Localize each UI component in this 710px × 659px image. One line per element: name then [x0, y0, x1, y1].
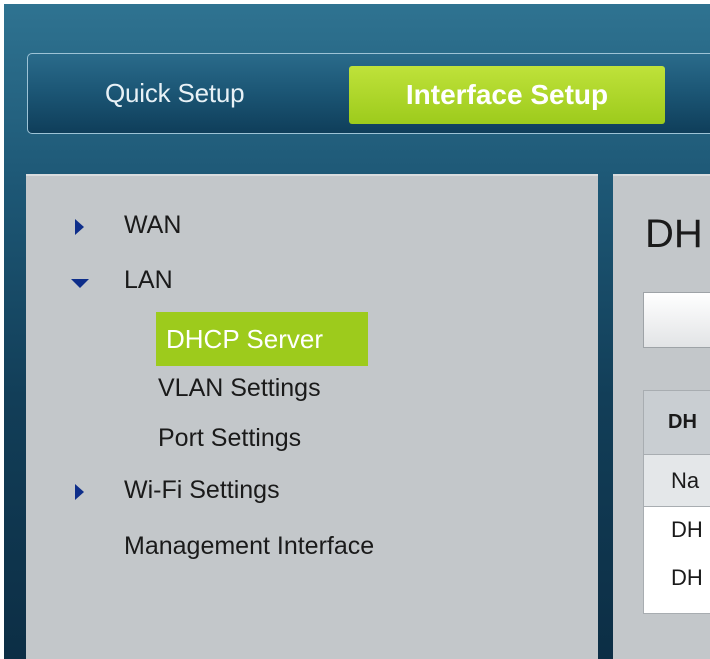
sidebar-item-wan[interactable]: WAN [124, 211, 181, 240]
sidebar-item-wifi-settings[interactable]: Wi-Fi Settings [124, 476, 280, 505]
sidebar-item-vlan-settings[interactable]: VLAN Settings [158, 374, 321, 403]
settings-table: DH Na DH DH [643, 390, 710, 614]
table-header: DH [644, 391, 710, 455]
caret-right-icon[interactable] [75, 219, 84, 235]
sidebar-item-lan[interactable]: LAN [124, 266, 173, 295]
page-title: DH [645, 212, 703, 256]
sidebar-item-port-settings[interactable]: Port Settings [158, 424, 301, 453]
caret-right-icon[interactable] [75, 484, 84, 500]
table-row: DH [671, 517, 703, 542]
sidebar [26, 174, 598, 659]
action-button[interactable] [643, 292, 710, 348]
caret-down-icon[interactable] [71, 279, 89, 288]
sidebar-item-management-interface[interactable]: Management Interface [124, 532, 374, 561]
tab-quick-setup[interactable]: Quick Setup [105, 78, 245, 109]
sidebar-item-dhcp-server[interactable]: DHCP Server [156, 312, 368, 366]
tab-interface-setup[interactable]: Interface Setup [349, 66, 665, 124]
table-row: Na [644, 455, 710, 507]
table-row: DH [671, 565, 703, 590]
